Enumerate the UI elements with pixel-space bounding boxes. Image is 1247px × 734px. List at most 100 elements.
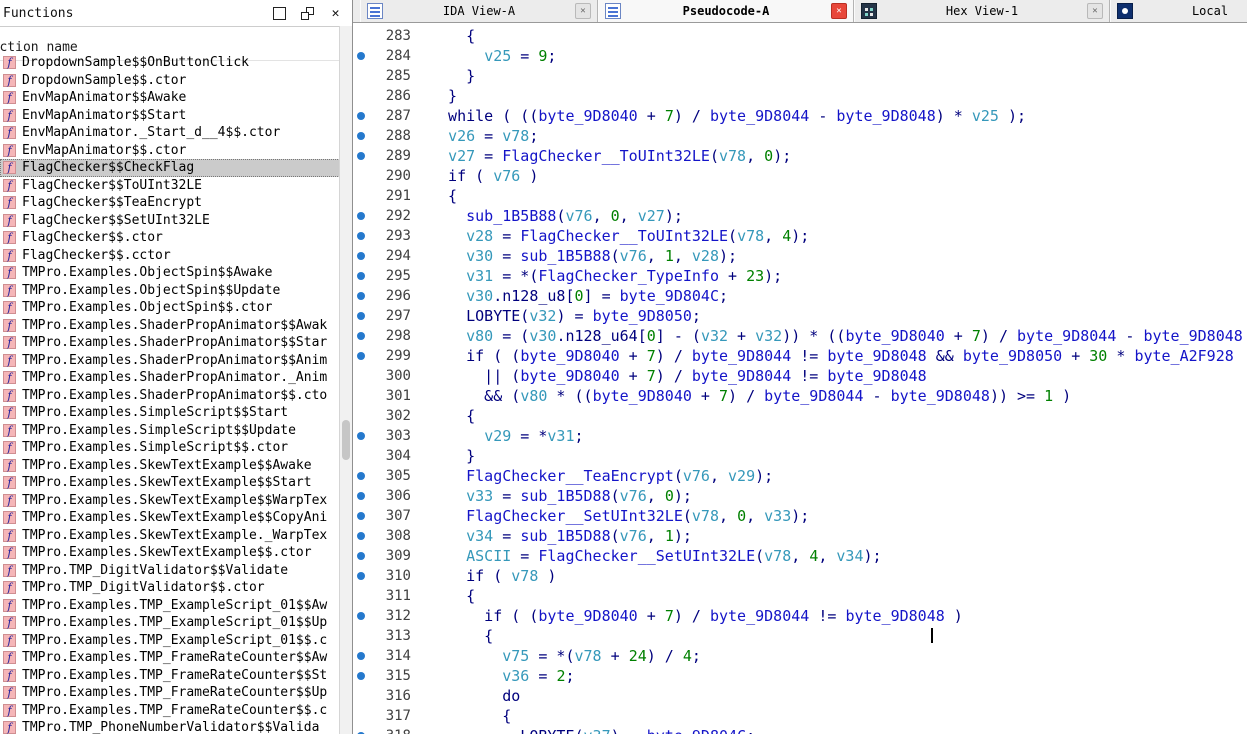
- function-row[interactable]: f EnvMapAnimator._Start_d__4$$.ctor: [0, 124, 340, 142]
- functions-scrollbar[interactable]: [339, 26, 352, 734]
- function-row[interactable]: f TMPro.Examples.TMP_FrameRateCounter$$.c: [0, 702, 340, 720]
- function-row[interactable]: f DropdownSample$$.ctor: [0, 72, 340, 90]
- code-line[interactable]: 292 sub_1B5B88(v76, 0, v27);: [353, 206, 1247, 226]
- function-row[interactable]: f TMPro.Examples.ObjectSpin$$Update: [0, 282, 340, 300]
- functions-title: Functions: [3, 5, 74, 21]
- code-line[interactable]: 296 v30.n128_u8[0] = byte_9D804C;: [353, 286, 1247, 306]
- tab-close-icon[interactable]: ✕: [831, 3, 847, 19]
- function-row[interactable]: f TMPro.Examples.SkewTextExample._WarpTex: [0, 527, 340, 545]
- function-row[interactable]: f TMPro.Examples.SimpleScript$$.ctor: [0, 439, 340, 457]
- code-line[interactable]: 298 v80 = (v30.n128_u64[0] - (v32 + v32)…: [353, 326, 1247, 346]
- code-line[interactable]: 295 v31 = *(FlagChecker_TypeInfo + 23);: [353, 266, 1247, 286]
- function-row[interactable]: f TMPro.Examples.TMP_FrameRateCounter$$Aw: [0, 649, 340, 667]
- code-line[interactable]: 302 {: [353, 406, 1247, 426]
- function-row[interactable]: f TMPro.Examples.TMP_ExampleScript_01$$Aw: [0, 597, 340, 615]
- maximize-icon[interactable]: [273, 6, 286, 20]
- code-line[interactable]: 289 v27 = FlagChecker__ToUInt32LE(v78, 0…: [353, 146, 1247, 166]
- function-row[interactable]: f TMPro.Examples.SimpleScript$$Update: [0, 422, 340, 440]
- address-bullet-icon: [353, 252, 369, 260]
- code-line[interactable]: 308 v34 = sub_1B5D88(v76, 1);: [353, 526, 1247, 546]
- code-line[interactable]: 299 if ( (byte_9D8040 + 7) / byte_9D8044…: [353, 346, 1247, 366]
- function-row[interactable]: f FlagChecker$$.cctor: [0, 247, 340, 265]
- function-row[interactable]: f TMPro.Examples.SkewTextExample$$Start: [0, 474, 340, 492]
- code-line[interactable]: 290 if ( v76 ): [353, 166, 1247, 186]
- code-line[interactable]: 283 {: [353, 26, 1247, 46]
- code-line[interactable]: 312 if ( (byte_9D8040 + 7) / byte_9D8044…: [353, 606, 1247, 626]
- code-line[interactable]: 294 v30 = sub_1B5B88(v76, 1, v28);: [353, 246, 1247, 266]
- code-line[interactable]: 297 LOBYTE(v32) = byte_9D8050;: [353, 306, 1247, 326]
- code-line[interactable]: 314 v75 = *(v78 + 24) / 4;: [353, 646, 1247, 666]
- code-line[interactable]: 313 {: [353, 626, 1247, 646]
- code-line[interactable]: 317 {: [353, 706, 1247, 726]
- function-row[interactable]: f EnvMapAnimator$$.ctor: [0, 142, 340, 160]
- function-row[interactable]: f TMPro.Examples.ObjectSpin$$.ctor: [0, 299, 340, 317]
- code-text: v75 = *(v78 + 24) / 4;: [502, 647, 701, 665]
- code-line[interactable]: 300 || (byte_9D8040 + 7) / byte_9D8044 !…: [353, 366, 1247, 386]
- code-text: FlagChecker__TeaEncrypt(v76, v29);: [466, 467, 774, 485]
- function-row[interactable]: f TMPro.Examples.ShaderPropAnimator._Anim: [0, 369, 340, 387]
- code-line[interactable]: 285 }: [353, 66, 1247, 86]
- address-bullet-icon: [353, 232, 369, 240]
- function-row[interactable]: f TMPro.Examples.SkewTextExample$$.ctor: [0, 544, 340, 562]
- hex-view-icon: [861, 3, 877, 19]
- function-row[interactable]: f TMPro.Examples.SimpleScript$$Start: [0, 404, 340, 422]
- code-line[interactable]: 301 && (v80 * ((byte_9D8040 + 7) / byte_…: [353, 386, 1247, 406]
- code-line[interactable]: 307 FlagChecker__SetUInt32LE(v78, 0, v33…: [353, 506, 1247, 526]
- function-row[interactable]: f TMPro.Examples.SkewTextExample$$Awake: [0, 457, 340, 475]
- function-row[interactable]: f TMPro.Examples.TMP_ExampleScript_01$$Up: [0, 614, 340, 632]
- code-line[interactable]: 288 v26 = v78;: [353, 126, 1247, 146]
- code-line[interactable]: 318 LOBYTE(v37) = byte_9D804C;: [353, 726, 1247, 734]
- function-row[interactable]: f FlagChecker$$SetUInt32LE: [0, 212, 340, 230]
- line-number: 316: [385, 688, 411, 704]
- tab-pseudocode-a[interactable]: Pseudocode-A ✕: [598, 0, 854, 22]
- function-row[interactable]: f TMPro.Examples.SkewTextExample$$CopyAni: [0, 509, 340, 527]
- tab-ida-view-a[interactable]: IDA View-A ✕: [360, 0, 598, 22]
- code-line[interactable]: 293 v28 = FlagChecker__ToUInt32LE(v78, 4…: [353, 226, 1247, 246]
- tab-hex-view-1[interactable]: Hex View-1 ✕: [854, 0, 1110, 22]
- function-row[interactable]: f FlagChecker$$.ctor: [0, 229, 340, 247]
- close-icon[interactable]: ✕: [329, 7, 342, 20]
- function-icon: f: [3, 266, 16, 280]
- function-row[interactable]: f FlagChecker$$CheckFlag: [0, 159, 340, 177]
- function-row[interactable]: f TMPro.Examples.ShaderPropAnimator$$Star: [0, 334, 340, 352]
- function-row[interactable]: f FlagChecker$$TeaEncrypt: [0, 194, 340, 212]
- tab-close-icon[interactable]: ✕: [575, 3, 591, 19]
- code-line[interactable]: 287 while ( ((byte_9D8040 + 7) / byte_9D…: [353, 106, 1247, 126]
- function-row[interactable]: f TMPro.Examples.TMP_FrameRateCounter$$St: [0, 667, 340, 685]
- tab-close-icon[interactable]: ✕: [1087, 3, 1103, 19]
- function-row[interactable]: f TMPro.Examples.SkewTextExample$$WarpTex: [0, 492, 340, 510]
- function-row[interactable]: f TMPro.Examples.ShaderPropAnimator$$Anim: [0, 352, 340, 370]
- code-line[interactable]: 310 if ( v78 ): [353, 566, 1247, 586]
- code-line[interactable]: 306 v33 = sub_1B5D88(v76, 0);: [353, 486, 1247, 506]
- address-bullet-icon: [353, 152, 369, 160]
- code-line[interactable]: 291 {: [353, 186, 1247, 206]
- code-line[interactable]: 304 }: [353, 446, 1247, 466]
- code-line[interactable]: 315 v36 = 2;: [353, 666, 1247, 686]
- function-row[interactable]: f TMPro.Examples.TMP_ExampleScript_01$$.c: [0, 632, 340, 650]
- function-row[interactable]: f TMPro.TMP_PhoneNumberValidator$$Valida: [0, 719, 340, 734]
- code-line[interactable]: 303 v29 = *v31;: [353, 426, 1247, 446]
- function-icon: f: [3, 143, 16, 157]
- code-line[interactable]: 284 v25 = 9;: [353, 46, 1247, 66]
- code-line[interactable]: 309 ASCII = FlagChecker__SetUInt32LE(v78…: [353, 546, 1247, 566]
- code-line[interactable]: 305 FlagChecker__TeaEncrypt(v76, v29);: [353, 466, 1247, 486]
- code-area[interactable]: 283 {284 v25 = 9; 285 } 286 } 287 while ( (…: [353, 23, 1247, 734]
- function-row[interactable]: f TMPro.TMP_DigitValidator$$Validate: [0, 562, 340, 580]
- functions-titlebar[interactable]: Functions ✕: [0, 0, 352, 27]
- code-line[interactable]: 311 {: [353, 586, 1247, 606]
- function-row[interactable]: f DropdownSample$$OnButtonClick: [0, 54, 340, 72]
- float-window-icon[interactable]: [301, 6, 314, 20]
- tab-local[interactable]: Local✕: [1110, 0, 1247, 22]
- code-line[interactable]: 286 }: [353, 86, 1247, 106]
- function-row[interactable]: f TMPro.TMP_DigitValidator$$.ctor: [0, 579, 340, 597]
- function-row[interactable]: f FlagChecker$$ToUInt32LE: [0, 177, 340, 195]
- function-row[interactable]: f EnvMapAnimator$$Start: [0, 107, 340, 125]
- text-cursor: [931, 628, 933, 643]
- function-row[interactable]: f EnvMapAnimator$$Awake: [0, 89, 340, 107]
- function-row[interactable]: f TMPro.Examples.ShaderPropAnimator$$Awak: [0, 317, 340, 335]
- function-row[interactable]: f TMPro.Examples.ObjectSpin$$Awake: [0, 264, 340, 282]
- code-line[interactable]: 316 do: [353, 686, 1247, 706]
- function-row[interactable]: f TMPro.Examples.ShaderPropAnimator$$.cto: [0, 387, 340, 405]
- scrollbar-thumb[interactable]: [342, 420, 350, 460]
- function-row[interactable]: f TMPro.Examples.TMP_FrameRateCounter$$Up: [0, 684, 340, 702]
